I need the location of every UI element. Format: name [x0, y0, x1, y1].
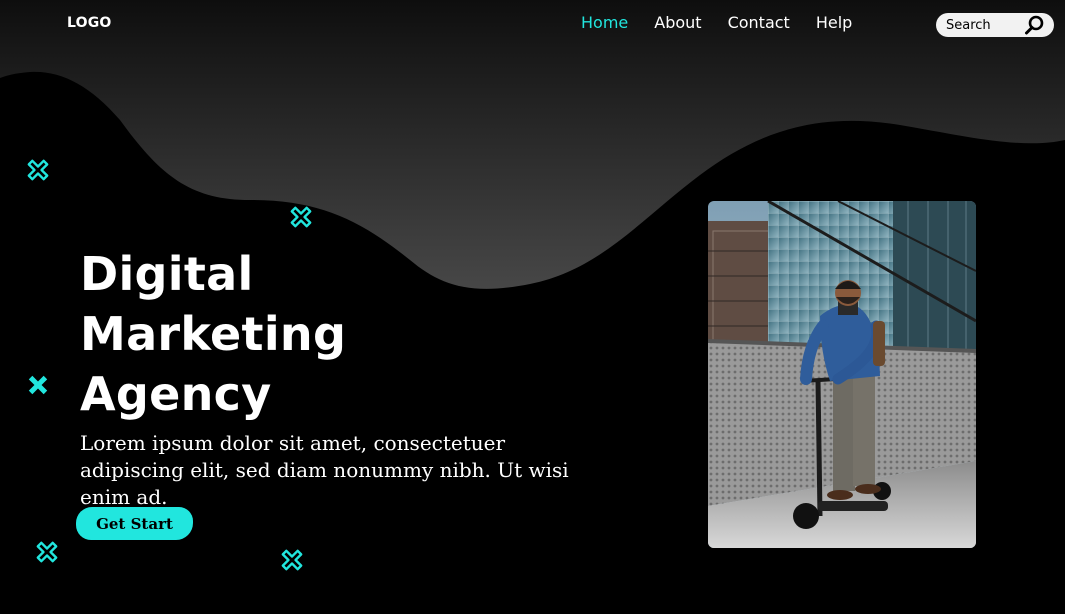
cross-outline-icon: [290, 206, 312, 228]
nav-about[interactable]: About: [654, 13, 701, 32]
cross-outline-icon: [281, 549, 303, 571]
logo[interactable]: LOGO: [67, 15, 112, 31]
hero-description: Lorem ipsum dolor sit amet, consectetuer…: [80, 431, 569, 509]
search-icon[interactable]: [1024, 15, 1044, 35]
get-start-button[interactable]: Get Start: [76, 507, 193, 540]
man-on-scooter-illustration: [708, 201, 976, 548]
hero-title-line: Digital: [80, 247, 254, 301]
search-bar: [936, 13, 1054, 37]
nav-help[interactable]: Help: [816, 13, 852, 32]
hero-title-line: Agency: [80, 367, 272, 421]
cross-solid-icon: [28, 375, 48, 395]
hero-title: Digital Marketing Agency: [80, 244, 346, 424]
main-nav: Home About Contact Help: [581, 13, 878, 32]
hero-image: [708, 201, 976, 548]
nav-contact[interactable]: Contact: [728, 13, 790, 32]
nav-home[interactable]: Home: [581, 13, 628, 32]
cross-outline-icon: [27, 159, 49, 181]
search-input[interactable]: [946, 17, 1024, 33]
cross-outline-icon: [36, 541, 58, 563]
hero-title-line: Marketing: [80, 307, 347, 361]
